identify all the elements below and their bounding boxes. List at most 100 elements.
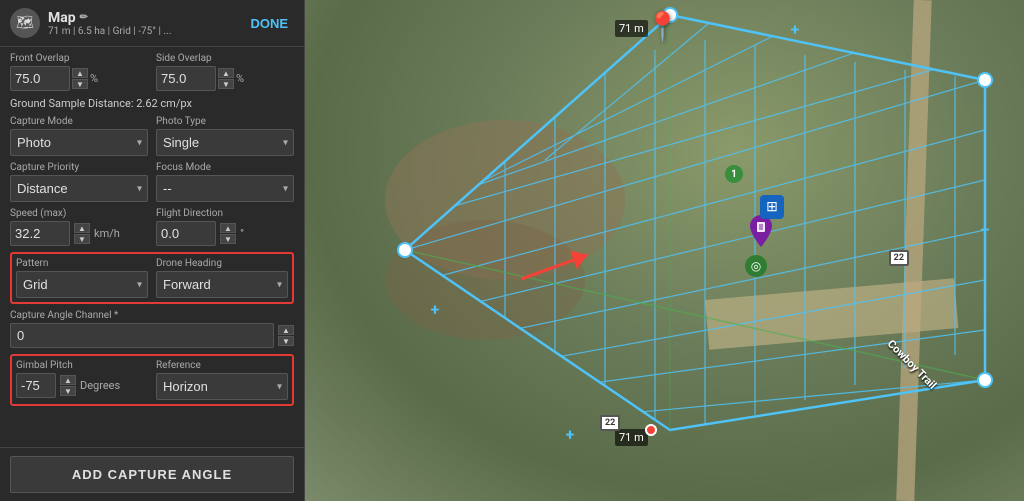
edit-icon[interactable]: ✏	[80, 12, 88, 23]
speed-input[interactable]	[10, 221, 70, 246]
gimbal-pitch-spinner: ▲ ▼	[60, 375, 76, 396]
gimbal-icon: ⊞	[760, 195, 784, 219]
capture-angle-spinner: ▲ ▼	[278, 325, 294, 346]
capture-angle-input-group: ▲ ▼	[10, 323, 294, 348]
pattern-label: Pattern	[16, 258, 148, 269]
side-overlap-unit: %	[236, 72, 244, 85]
reference-field: Reference Horizon	[156, 360, 288, 400]
capture-angle-down[interactable]: ▼	[278, 336, 294, 346]
capture-priority-label: Capture Priority	[10, 162, 148, 173]
svg-text:+: +	[981, 220, 990, 239]
pattern-select[interactable]: Grid	[16, 271, 148, 298]
flight-direction-up[interactable]: ▲	[220, 223, 236, 233]
flight-direction-unit: °	[240, 227, 244, 240]
header-info: Map ✏ 71 m | 6.5 ha | Grid | -75° | ...	[48, 10, 236, 37]
speed-up[interactable]: ▲	[74, 223, 90, 233]
flight-direction-label: Flight Direction	[156, 208, 294, 219]
gimbal-pitch-input[interactable]	[16, 373, 56, 398]
svg-text:+: +	[791, 20, 800, 39]
speed-input-group: ▲ ▼ km/h	[10, 221, 148, 246]
focus-mode-label: Focus Mode	[156, 162, 294, 173]
capture-angle-input[interactable]	[10, 323, 274, 348]
photo-type-select-wrapper: Single	[156, 129, 294, 156]
capture-angle-field: Capture Angle Channel * ▲ ▼	[10, 310, 294, 348]
sidebar-header: 🗺 Map ✏ 71 m | 6.5 ha | Grid | -75° | ..…	[0, 0, 304, 47]
side-overlap-up[interactable]: ▲	[218, 68, 234, 78]
reference-select[interactable]: Horizon	[156, 373, 288, 400]
flight-direction-input[interactable]	[156, 221, 216, 246]
sidebar-footer: ADD CAPTURE ANGLE	[0, 447, 304, 501]
flight-grid-svg: + + + +	[305, 0, 1024, 501]
side-overlap-input[interactable]	[156, 66, 216, 91]
focus-mode-select[interactable]: --	[156, 175, 294, 202]
gimbal-pitch-unit: Degrees	[80, 379, 120, 392]
gsd-value: 2.62 cm/px	[136, 97, 192, 110]
blue-pin: 📍	[645, 10, 680, 43]
target-icon: ◎	[745, 255, 767, 277]
header-subtitle: 71 m | 6.5 ha | Grid | -75° | ...	[48, 26, 236, 37]
flight-direction-input-group: ▲ ▼ °	[156, 221, 294, 246]
pattern-field: Pattern Grid	[16, 258, 148, 298]
capture-angle-up[interactable]: ▲	[278, 325, 294, 335]
red-dot	[645, 424, 657, 436]
distance-top-label: 71 m	[615, 20, 648, 37]
front-overlap-input[interactable]	[10, 66, 70, 91]
capture-angle-row: Capture Angle Channel * ▲ ▼	[10, 310, 294, 348]
side-overlap-input-wrapper: ▲ ▼ %	[156, 66, 294, 91]
speed-spinner: ▲ ▼	[74, 223, 90, 244]
focus-mode-select-wrapper: --	[156, 175, 294, 202]
drone-heading-label: Drone Heading	[156, 258, 288, 269]
capture-mode-field: Capture Mode Photo	[10, 116, 148, 156]
front-overlap-label: Front Overlap	[10, 53, 148, 64]
svg-text:+: +	[431, 300, 440, 319]
capture-priority-field: Capture Priority Distance	[10, 162, 148, 202]
sidebar: 🗺 Map ✏ 71 m | 6.5 ha | Grid | -75° | ..…	[0, 0, 305, 501]
front-overlap-up[interactable]: ▲	[72, 68, 88, 78]
flight-direction-spinner: ▲ ▼	[220, 223, 236, 244]
front-overlap-spinner: ▲ ▼	[72, 68, 88, 89]
capture-mode-select[interactable]: Photo	[10, 129, 148, 156]
gimbal-reference-row: Gimbal Pitch ▲ ▼ Degrees Reference	[16, 360, 288, 400]
map-area: + + + + 71 m 71 m 📍 1 ⊞ ◎	[305, 0, 1024, 501]
aerial-background: + + + + 71 m 71 m 📍 1 ⊞ ◎	[305, 0, 1024, 501]
drone-heading-select-wrapper: Forward	[156, 271, 288, 298]
front-overlap-down[interactable]: ▼	[72, 79, 88, 89]
waypoint-badge-1: 1	[725, 165, 743, 183]
speed-direction-row: Speed (max) ▲ ▼ km/h Flight Direction ▲	[10, 208, 294, 246]
capture-angle-label: Capture Angle Channel *	[10, 310, 294, 321]
front-overlap-unit: %	[90, 72, 98, 85]
highway-sign-2: 22	[600, 415, 620, 431]
done-button[interactable]: DONE	[244, 12, 294, 35]
header-title: Map ✏	[48, 10, 236, 26]
side-overlap-down[interactable]: ▼	[218, 79, 234, 89]
svg-text:+: +	[566, 425, 575, 444]
sidebar-content: Front Overlap ▲ ▼ % Side Overlap ▲ ▼	[0, 47, 304, 447]
front-overlap-field: Front Overlap ▲ ▼ %	[10, 53, 148, 91]
map-icon: 🗺	[10, 8, 40, 38]
capture-mode-select-wrapper: Photo	[10, 129, 148, 156]
distance-bottom-label: 71 m	[615, 429, 648, 446]
flight-direction-down[interactable]: ▼	[220, 234, 236, 244]
gimbal-pitch-up[interactable]: ▲	[60, 375, 76, 385]
highway-sign-1: 22	[889, 250, 909, 266]
focus-mode-field: Focus Mode --	[156, 162, 294, 202]
speed-unit: km/h	[94, 227, 120, 240]
capture-priority-select[interactable]: Distance	[10, 175, 148, 202]
capture-photo-row: Capture Mode Photo Photo Type Single	[10, 116, 294, 156]
gsd-row: Ground Sample Distance: 2.62 cm/px	[10, 97, 294, 110]
gimbal-pitch-input-group: ▲ ▼ Degrees	[16, 373, 148, 398]
gimbal-pitch-label: Gimbal Pitch	[16, 360, 148, 371]
photo-type-select[interactable]: Single	[156, 129, 294, 156]
priority-focus-row: Capture Priority Distance Focus Mode --	[10, 162, 294, 202]
add-capture-angle-button[interactable]: ADD CAPTURE ANGLE	[10, 456, 294, 493]
speed-down[interactable]: ▼	[74, 234, 90, 244]
overlap-row: Front Overlap ▲ ▼ % Side Overlap ▲ ▼	[10, 53, 294, 91]
drone-heading-select[interactable]: Forward	[156, 271, 288, 298]
gsd-label: Ground Sample Distance:	[10, 97, 134, 110]
pattern-drone-row: Pattern Grid Drone Heading Forward	[16, 258, 288, 298]
flight-direction-field: Flight Direction ▲ ▼ °	[156, 208, 294, 246]
reference-label: Reference	[156, 360, 288, 371]
purple-pin	[750, 215, 772, 251]
capture-mode-label: Capture Mode	[10, 116, 148, 127]
gimbal-pitch-down[interactable]: ▼	[60, 386, 76, 396]
